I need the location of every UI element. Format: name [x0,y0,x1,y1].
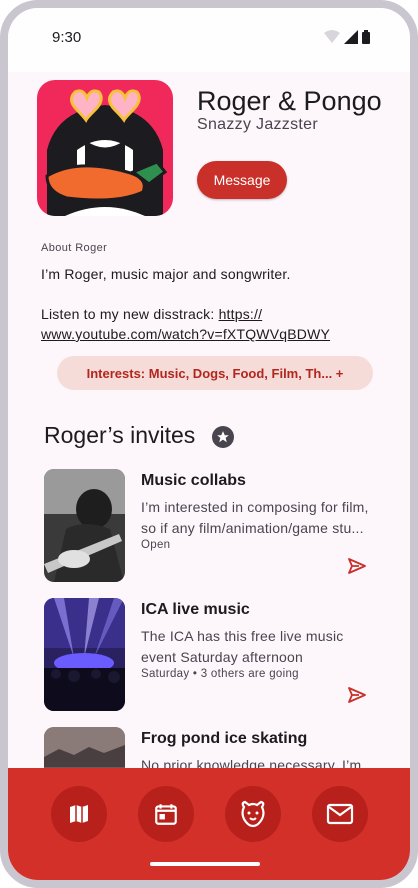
invite-title: Music collabs [141,472,246,489]
status-bar: 9:30 [8,8,410,72]
invite-card[interactable]: ICA live music The ICA has this free liv… [44,598,384,712]
bottom-navigation [8,768,410,880]
invite-meta: Saturday • 3 others are going [141,668,299,680]
profile-avatar[interactable] [37,80,173,216]
invite-card[interactable]: Music collabs I’m interested in composin… [44,469,384,583]
message-button[interactable]: Message [197,161,287,199]
invite-title: ICA live music [141,601,250,618]
invite-description: I’m interested in composing for film, so… [141,499,369,536]
invite-description: The ICA has this free live music event S… [141,628,344,665]
bio-link-paragraph: Listen to my new disstrack: https:// www… [41,304,391,344]
mail-icon [326,803,354,825]
invites-section-title: Roger’s invites [44,422,196,448]
map-nav-button[interactable] [51,786,107,842]
interests-chip[interactable]: Interests: Music, Dogs, Food, Film, Th..… [57,356,373,390]
invite-thumbnail [44,469,125,582]
bio-text: I’m Roger, music major and songwriter. L… [41,264,391,364]
dog-icon [241,800,265,828]
about-label: About Roger [41,242,108,254]
dog-nav-button[interactable] [225,786,281,842]
profile-name: Roger & Pongo [197,86,382,116]
status-icons [324,30,370,44]
mail-nav-button[interactable] [312,786,368,842]
battery-icon [362,30,370,44]
signal-icon [344,30,358,44]
invite-thumbnail [44,598,125,711]
status-time: 9:30 [52,29,82,46]
phone-frame: 9:30 Roger & Pongo Snazzy Jazzster Messa… [0,0,418,888]
profile-subtitle: Snazzy Jazzster [197,116,318,133]
map-icon [70,805,88,823]
send-icon[interactable] [347,686,367,704]
profile-content[interactable]: Roger & Pongo Snazzy Jazzster Message Ab… [8,72,410,880]
invite-title: Frog pond ice skating [141,730,308,747]
wifi-icon [324,30,340,43]
send-icon[interactable] [347,557,367,575]
bio-link-prefix: Listen to my new disstrack: [41,306,219,322]
star-icon[interactable] [212,426,234,448]
invite-meta: Open [141,539,171,551]
home-indicator[interactable] [150,862,260,866]
calendar-nav-button[interactable] [138,786,194,842]
calendar-icon [155,804,177,825]
bio-line: I’m Roger, music major and songwriter. [41,266,291,282]
